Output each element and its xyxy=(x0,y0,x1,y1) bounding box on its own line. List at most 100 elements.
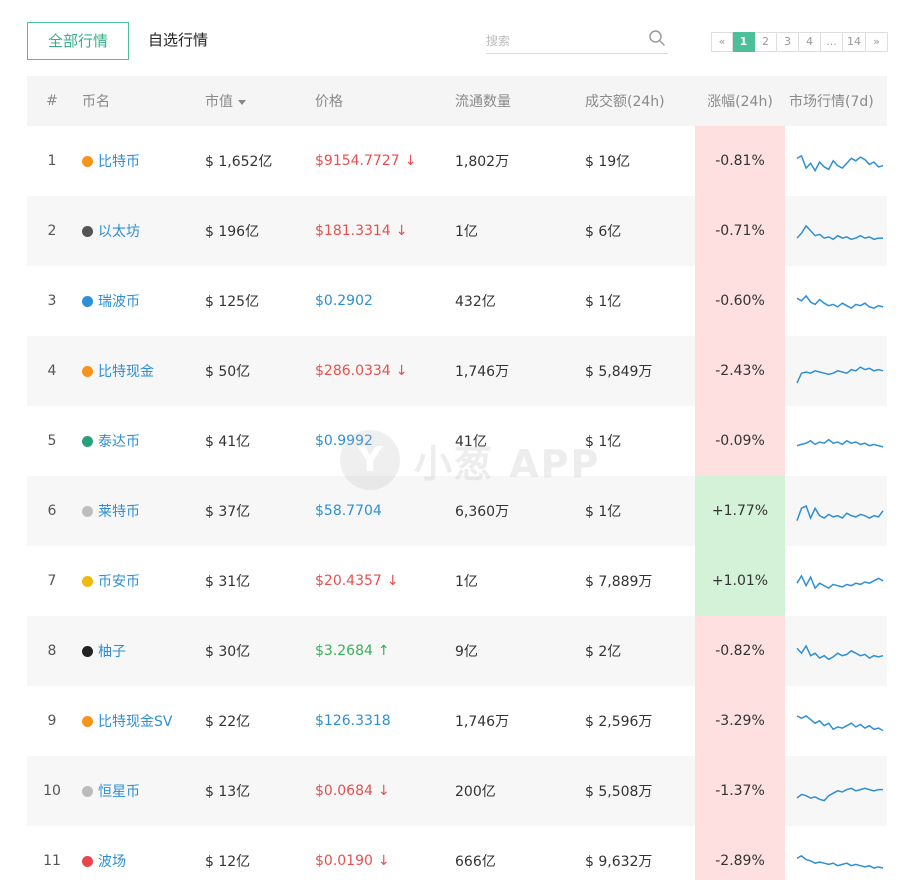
page-4-button[interactable]: 4 xyxy=(799,32,821,52)
double-chevron-right-icon[interactable]: » xyxy=(866,32,888,52)
table-row[interactable]: 7 币安币 $ 31亿 $20.4357 ↓ 1亿 $ 7,889万 +1.01% xyxy=(27,546,887,616)
page-1-button[interactable]: 1 xyxy=(733,32,755,52)
sort-desc-icon[interactable] xyxy=(238,99,246,105)
trend-cell xyxy=(785,266,887,336)
rank-cell: 7 xyxy=(47,573,57,589)
sparkline-line xyxy=(796,504,884,521)
market-cap-cell: $ 41亿 xyxy=(205,434,251,450)
tab-all-markets[interactable]: 全部行情 xyxy=(27,22,129,60)
coin-link[interactable]: 莱特币 xyxy=(82,501,140,521)
coin-name-cell: 以太坊 xyxy=(77,196,205,266)
double-chevron-left-icon[interactable]: « xyxy=(711,32,733,52)
table-row[interactable]: 5 泰达币 $ 41亿 $0.9992 41亿 $ 1亿 -0.09% xyxy=(27,406,887,476)
volume-cell: $ 9,632万 xyxy=(585,854,653,870)
table-row[interactable]: 8 柚子 $ 30亿 $3.2684 ↑ 9亿 $ 2亿 -0.82% xyxy=(27,616,887,686)
page-3-button[interactable]: 3 xyxy=(777,32,799,52)
supply-cell: 1,802万 xyxy=(455,154,510,170)
volume-cell: $ 1亿 xyxy=(585,434,622,450)
coin-link[interactable]: 币安币 xyxy=(82,571,140,591)
page-2-button[interactable]: 2 xyxy=(755,32,777,52)
coin-link[interactable]: 比特现金 xyxy=(82,361,154,381)
coin-name: 泰达币 xyxy=(98,434,140,450)
arrow-up-icon: ↑ xyxy=(377,643,390,659)
table-row[interactable]: 9 比特现金SV $ 22亿 $126.3318 1,746万 $ 2,596万 -3.29… xyxy=(27,686,887,756)
market-cap-cell: $ 196亿 xyxy=(205,224,260,240)
price-value: $9154.7727 xyxy=(315,153,400,169)
change-cell: -0.60% xyxy=(695,266,785,336)
price-value: $20.4357 xyxy=(315,573,382,589)
change-cell: -3.29% xyxy=(695,686,785,756)
stellar-icon xyxy=(82,785,93,797)
header-price: 价格 xyxy=(315,94,343,110)
eos-icon xyxy=(82,645,93,657)
price-cell: $181.3314 ↓ xyxy=(315,196,455,266)
binance-icon xyxy=(82,575,93,587)
ripple-icon xyxy=(82,295,93,307)
change-cell: -0.81% xyxy=(695,126,785,196)
table-row[interactable]: 4 比特现金 $ 50亿 $286.0334 ↓ 1,746万 $ 5,849万 -2.43% xyxy=(27,336,887,406)
supply-cell: 6,360万 xyxy=(455,504,510,520)
coin-link[interactable]: 瑞波币 xyxy=(82,291,140,311)
rank-cell: 11 xyxy=(43,853,61,869)
price-value: $126.3318 xyxy=(315,713,391,729)
coin-link[interactable]: 比特币 xyxy=(82,151,140,171)
sparkline-chart xyxy=(796,574,884,590)
litecoin-icon xyxy=(82,505,93,517)
volume-cell: $ 2亿 xyxy=(585,644,622,660)
search-icon[interactable] xyxy=(648,29,666,47)
market-cap-cell: $ 37亿 xyxy=(205,504,251,520)
table-row[interactable]: 2 以太坊 $ 196亿 $181.3314 ↓ 1亿 $ 6亿 -0.71% xyxy=(27,196,887,266)
change-cell: -0.82% xyxy=(695,616,785,686)
rank-cell: 4 xyxy=(47,363,57,379)
coin-link[interactable]: 恒星币 xyxy=(82,781,140,801)
supply-cell: 666亿 xyxy=(455,854,496,870)
header-market-cap[interactable]: 市值 xyxy=(205,76,315,126)
rank-cell: 8 xyxy=(47,643,57,659)
price-value: $286.0334 xyxy=(315,363,391,379)
tron-icon xyxy=(82,855,93,867)
price-cell: $286.0334 ↓ xyxy=(315,336,455,406)
change-cell: -2.43% xyxy=(695,336,785,406)
trend-cell xyxy=(785,196,887,266)
market-cap-cell: $ 13亿 xyxy=(205,784,251,800)
coin-name: 瑞波币 xyxy=(98,294,140,310)
tab-watchlist[interactable]: 自选行情 xyxy=(136,22,220,60)
price-cell: $0.9992 xyxy=(315,406,455,476)
coin-link[interactable]: 波场 xyxy=(82,851,126,871)
supply-cell: 1亿 xyxy=(455,574,478,590)
table-row[interactable]: 1 比特币 $ 1,652亿 $9154.7727 ↓ 1,802万 $ 19亿 -0.81% xyxy=(27,126,887,196)
sparkline-chart xyxy=(796,438,884,448)
table-row[interactable]: 3 瑞波币 $ 125亿 $0.2902 432亿 $ 1亿 -0.60% xyxy=(27,266,887,336)
arrow-down-icon: ↓ xyxy=(395,223,408,239)
page-14-button[interactable]: 14 xyxy=(843,32,866,52)
coin-link[interactable]: 以太坊 xyxy=(82,221,140,241)
coin-name-cell: 波场 xyxy=(77,826,205,880)
change-cell: -1.37% xyxy=(695,756,785,826)
rank-cell: 5 xyxy=(47,433,57,449)
coin-link[interactable]: 柚子 xyxy=(82,641,126,661)
price-cell: $9154.7727 ↓ xyxy=(315,126,455,196)
trend-cell xyxy=(785,406,887,476)
pagination: « 1 2 3 4 ... 14 » xyxy=(711,32,888,52)
arrow-down-icon: ↓ xyxy=(404,153,417,169)
price-cell: $0.0190 ↓ xyxy=(315,826,455,880)
header-change: 涨幅(24h) xyxy=(707,94,773,110)
trend-cell xyxy=(785,826,887,880)
table-row[interactable]: 11 波场 $ 12亿 $0.0190 ↓ 666亿 $ 9,632万 -2.89% xyxy=(27,826,887,880)
market-cap-cell: $ 22亿 xyxy=(205,714,251,730)
price-value: $0.0190 xyxy=(315,853,373,869)
coin-link[interactable]: 泰达币 xyxy=(82,431,140,451)
table-row[interactable]: 6 莱特币 $ 37亿 $58.7704 6,360万 $ 1亿 +1.77% xyxy=(27,476,887,546)
bitcoin-sv-icon xyxy=(82,715,93,727)
rank-cell: 6 xyxy=(47,503,57,519)
sparkline-line xyxy=(796,294,884,309)
sparkline-chart xyxy=(796,715,884,732)
change-cell: -0.09% xyxy=(695,406,785,476)
arrow-down-icon: ↓ xyxy=(377,853,390,869)
search-input[interactable] xyxy=(486,31,636,51)
table-row[interactable]: 10 恒星币 $ 13亿 $0.0684 ↓ 200亿 $ 5,508万 -1.37% xyxy=(27,756,887,826)
volume-cell: $ 2,596万 xyxy=(585,714,653,730)
header-volume: 成交额(24h) xyxy=(585,94,665,110)
sparkline-line xyxy=(796,154,884,173)
coin-link[interactable]: 比特现金SV xyxy=(82,711,172,731)
